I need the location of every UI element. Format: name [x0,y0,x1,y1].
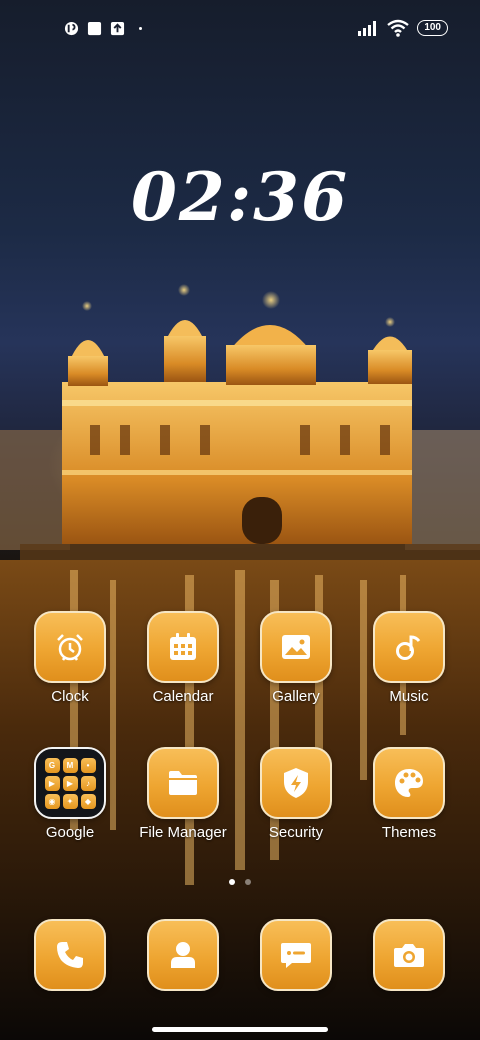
app-label: Gallery [272,688,320,705]
app-label: Music [389,688,429,705]
app-themes[interactable]: Themes [353,747,465,841]
dock-camera[interactable] [353,919,465,991]
calendar-icon[interactable] [147,611,219,683]
app-gallery[interactable]: Gallery [240,611,352,705]
dock-phone[interactable] [14,919,126,991]
square-notification-icon [87,21,102,35]
app-notification-icon [64,21,79,35]
folder-icon[interactable]: G M • ▶ ▶ ♪ ◉ ✦ ◆ [34,747,106,819]
youtube-mini-icon: ▶ [44,775,60,791]
page-dot [245,879,251,885]
drive-mini-icon: ◆ [80,793,96,809]
app-music[interactable]: Music [353,611,465,705]
chrome-mini-icon: ◉ [44,793,60,809]
status-bar: 100 [0,0,480,56]
page-indicator [0,879,480,885]
app-google-folder[interactable]: G M • ▶ ▶ ♪ ◉ ✦ ◆ Google [14,747,126,841]
wifi-icon [387,19,410,37]
music-note-icon[interactable] [373,611,445,683]
photos-mini-icon: ✦ [62,793,78,809]
app-file-manager[interactable]: File Manager [127,747,239,841]
app-label: Google [45,824,95,841]
app-label: Clock [51,688,89,705]
folder-icon[interactable] [147,747,219,819]
notification-icons [64,19,142,37]
app-label: Calendar [152,688,214,705]
app-label: File Manager [139,824,227,841]
palette-icon[interactable] [373,747,445,819]
app-label: Security [268,824,324,841]
signal-bars-icon [358,21,377,36]
app-clock[interactable]: Clock [14,611,126,705]
dock-messages[interactable] [240,919,352,991]
mail-mini-icon: M [62,757,78,773]
upload-notification-icon [110,21,125,35]
clock-widget[interactable]: 02:36 [0,158,480,236]
page-dot-active [229,879,235,885]
music-mini-icon: ♪ [80,775,96,791]
home-gesture-bar[interactable] [152,1027,328,1032]
image-icon[interactable] [260,611,332,683]
play-mini-icon: ▶ [62,775,78,791]
maps-mini-icon: • [80,757,96,773]
battery-indicator: 100 [417,20,448,36]
more-notifications-dot [139,26,142,30]
messages-icon[interactable] [260,919,332,991]
gmail-mini-icon: G [44,757,60,773]
alarm-clock-icon[interactable] [34,611,106,683]
camera-icon[interactable] [373,919,445,991]
dock-contacts[interactable] [127,919,239,991]
app-calendar[interactable]: Calendar [127,611,239,705]
shield-bolt-icon[interactable] [260,747,332,819]
contacts-icon[interactable] [147,919,219,991]
app-label: Themes [381,824,437,841]
phone-icon[interactable] [34,919,106,991]
app-security[interactable]: Security [240,747,352,841]
